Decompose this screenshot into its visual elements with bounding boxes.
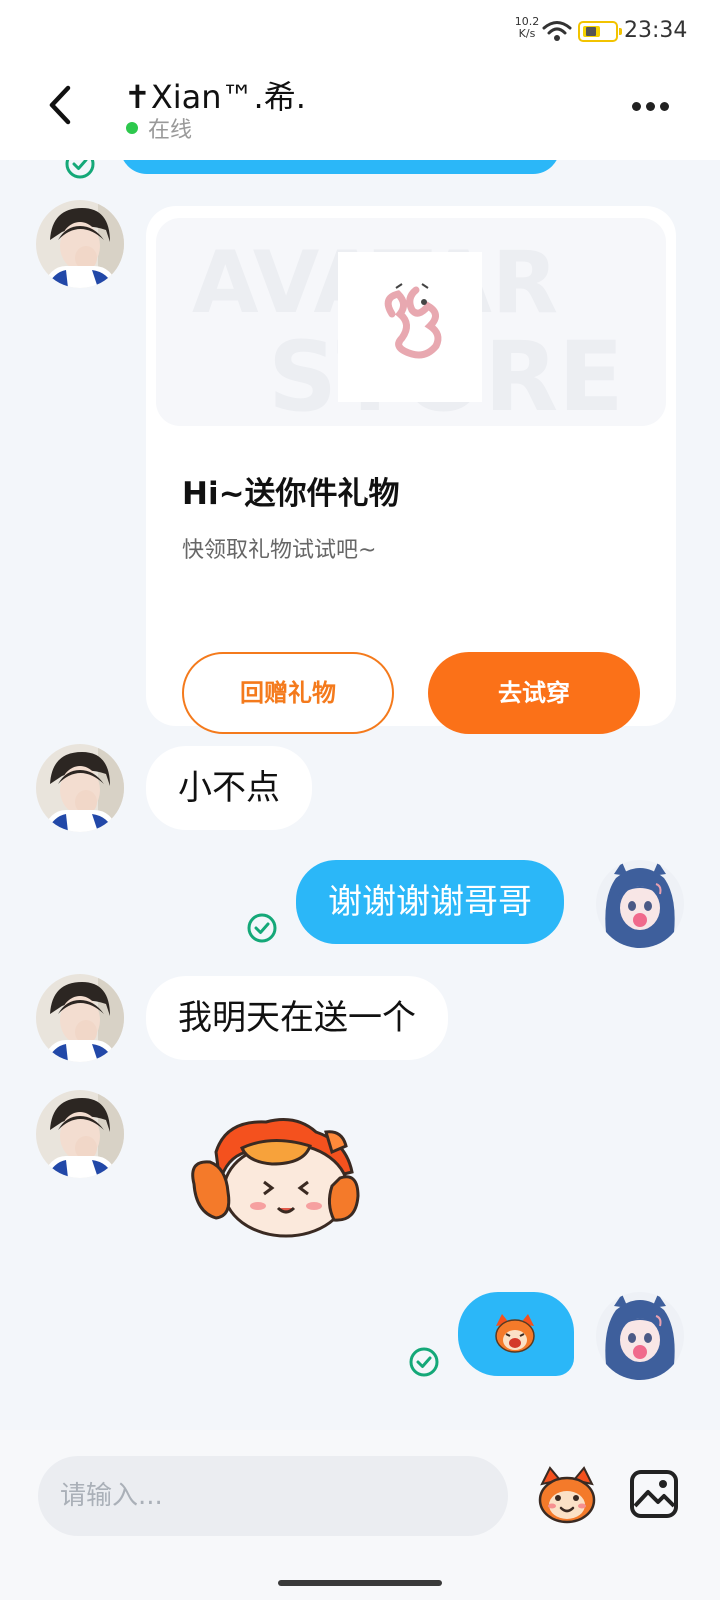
mascot-emoji-icon: [538, 1466, 596, 1524]
image-picker-button[interactable]: [628, 1468, 680, 1520]
outgoing-message-bubble[interactable]: 谢谢谢谢哥哥: [296, 860, 564, 944]
chat-message-list[interactable]: AVATAR STORE Hi~送你件礼物 快领取礼物试试吧~ 回赠礼物 去试穿: [0, 160, 720, 1430]
my-avatar[interactable]: [596, 1292, 684, 1380]
battery-icon: [578, 21, 622, 42]
read-check-icon: [65, 160, 95, 179]
more-dot-icon: [646, 102, 655, 111]
read-check-icon: [409, 1347, 439, 1377]
status-bar: 10.2 K/s 23:34: [0, 0, 720, 60]
small-mascot-emoji: [495, 1314, 535, 1353]
sender-avatar-image: [36, 974, 124, 1062]
online-status-text: 在线: [148, 118, 193, 143]
sender-avatar[interactable]: [36, 200, 124, 288]
incoming-message-bubble[interactable]: 小不点: [146, 746, 312, 830]
sender-avatar[interactable]: [36, 974, 124, 1062]
read-check-icon: [247, 913, 277, 943]
my-avatar-image: [596, 860, 684, 948]
home-indicator[interactable]: [278, 1580, 442, 1586]
incoming-message-bubble[interactable]: 我明天在送一个: [146, 976, 448, 1060]
gift-banner-image: AVATAR STORE: [192, 233, 624, 426]
more-dot-icon: [660, 102, 669, 111]
sender-avatar[interactable]: [36, 744, 124, 832]
more-options-button[interactable]: [632, 96, 676, 112]
emoji-button[interactable]: [534, 1462, 600, 1528]
network-speed: 10.2 K/s: [512, 16, 542, 40]
image-icon: [630, 1470, 678, 1518]
sender-avatar-image: [36, 1090, 124, 1178]
gift-card-subtitle: 快领取礼物试试吧~: [182, 538, 377, 563]
back-button[interactable]: [40, 80, 80, 130]
clock: 23:34: [624, 18, 688, 43]
wifi-icon: [542, 21, 572, 41]
return-gift-button[interactable]: 回赠礼物: [182, 652, 394, 734]
network-speed-unit: K/s: [518, 27, 536, 40]
chevron-left-icon: [49, 85, 71, 125]
sender-avatar-image: [36, 200, 124, 288]
outgoing-emoji-bubble[interactable]: [458, 1292, 574, 1376]
gift-banner: AVATAR STORE: [156, 218, 666, 426]
my-avatar-image: [596, 1292, 684, 1380]
sender-avatar[interactable]: [36, 1090, 124, 1178]
online-status-dot: [126, 122, 138, 134]
previous-message-bubble[interactable]: [120, 160, 560, 174]
gift-card[interactable]: AVATAR STORE Hi~送你件礼物 快领取礼物试试吧~ 回赠礼物 去试穿: [146, 206, 676, 734]
sender-avatar-image: [36, 744, 124, 832]
message-input[interactable]: [38, 1456, 508, 1536]
try-on-button[interactable]: 去试穿: [428, 652, 640, 734]
my-avatar[interactable]: [596, 860, 684, 948]
chat-header: ✝Xian™.希. 在线: [0, 60, 720, 160]
message-input-bar: [0, 1430, 720, 1600]
orange-mascot-sticker[interactable]: [186, 1112, 364, 1242]
more-dot-icon: [632, 102, 641, 111]
gift-card-title: Hi~送你件礼物: [182, 476, 400, 512]
